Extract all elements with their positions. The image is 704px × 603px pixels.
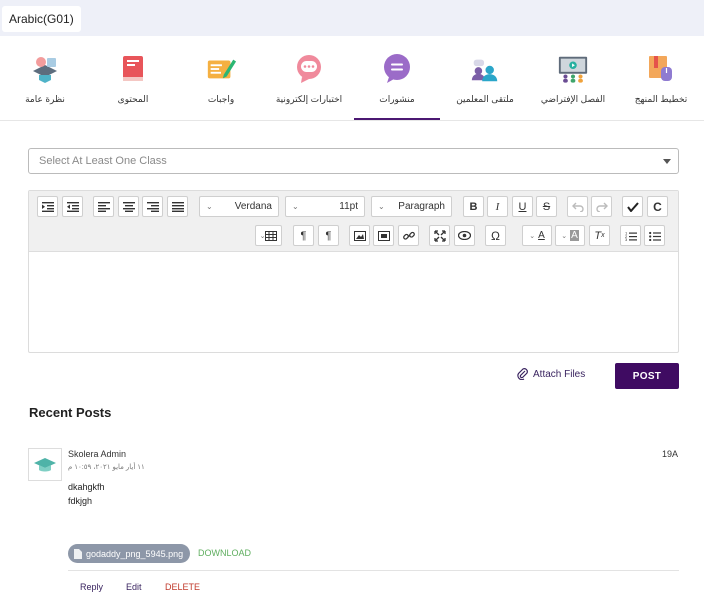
tab-content[interactable]: المحتوى	[90, 36, 176, 120]
reply-button[interactable]: Reply	[80, 582, 103, 592]
bullet-list-icon[interactable]	[644, 225, 665, 246]
italic-button[interactable]: I	[487, 196, 508, 217]
bold-button[interactable]: B	[463, 196, 484, 217]
content-book-icon	[117, 53, 149, 85]
ltr-paragraph-icon[interactable]: ¶	[293, 225, 314, 246]
post-button[interactable]: POST	[615, 363, 679, 389]
post-author: Skolera Admin	[68, 449, 127, 459]
paragraph-format-dropdown[interactable]: ⌄ Paragraph	[371, 196, 452, 217]
class-select[interactable]: Select At Least One Class	[28, 148, 679, 174]
tab-label: المحتوى	[117, 94, 149, 104]
paragraph-format-value: Paragraph	[398, 201, 445, 212]
svg-text:3: 3	[625, 237, 628, 241]
file-icon	[74, 548, 82, 559]
attach-files-label: Attach Files	[533, 368, 586, 380]
attachment-chip[interactable]: godaddy_png_5945.png	[68, 544, 191, 563]
top-bar: Arabic(G01)	[0, 0, 704, 36]
tab-label: واجبات	[207, 94, 235, 104]
divider	[68, 570, 679, 571]
font-size-dropdown[interactable]: ⌄ 11pt	[285, 196, 365, 217]
tab-label: الفصل الإفتراضي	[540, 94, 606, 104]
numbered-list-icon[interactable]: 123	[620, 225, 641, 246]
chevron-down-icon: ⌄	[378, 202, 385, 211]
fullscreen-icon[interactable]	[429, 225, 450, 246]
tab-assignments[interactable]: واجبات	[178, 36, 264, 120]
post-body-line: dkahgkfh	[68, 482, 105, 492]
virtual-class-icon	[557, 53, 589, 85]
chevron-down-icon: ⌄	[529, 232, 536, 240]
chevron-down-icon: ⌄	[206, 202, 213, 211]
font-size-value: 11pt	[339, 201, 358, 212]
strikethrough-button[interactable]: S	[536, 196, 557, 217]
attachment-filename: godaddy_png_5945.png	[86, 548, 184, 559]
align-center-icon[interactable]	[118, 196, 139, 217]
image-icon[interactable]	[349, 225, 370, 246]
indent-icon[interactable]	[37, 196, 58, 217]
tab-e-tests[interactable]: اختبارات إلكترونية	[266, 36, 352, 120]
chevron-down-icon: ⌄	[561, 232, 568, 240]
tab-label: نظرة عامة	[25, 94, 65, 104]
class-chip[interactable]: Arabic(G01)	[2, 6, 81, 32]
font-color-icon: A	[538, 230, 545, 241]
underline-button[interactable]: U	[512, 196, 533, 217]
rtl-paragraph-icon[interactable]: ¶	[318, 225, 339, 246]
font-color-button[interactable]: ⌄ A	[522, 225, 552, 246]
post-date: ١١ أيار مايو ٢٠٢١، ١٠:٥٩ م	[68, 464, 145, 471]
redo-icon[interactable]	[591, 196, 612, 217]
clear-formatting-icon[interactable]: Tx	[589, 225, 610, 246]
tab-label: اختبارات إلكترونية	[275, 94, 343, 104]
media-icon[interactable]	[373, 225, 394, 246]
edit-button[interactable]: Edit	[126, 582, 142, 592]
rich-text-editor: ⌄ Verdana ⌄ 11pt ⌄ Paragraph B I U S C ⌄	[28, 190, 679, 353]
post-time: 19A	[662, 449, 679, 459]
paperclip-icon	[517, 368, 528, 380]
editor-content-area[interactable]	[29, 252, 678, 352]
tab-posts[interactable]: منشورات	[354, 36, 440, 120]
overview-icon	[29, 53, 61, 85]
post-body-line: fdkjgh	[68, 496, 93, 506]
highlight-icon: A	[570, 230, 579, 241]
graduation-cap-icon	[34, 457, 56, 471]
class-select-placeholder: Select At Least One Class	[39, 155, 167, 167]
chevron-down-icon	[663, 159, 671, 164]
delete-button[interactable]: DELETE	[165, 582, 200, 592]
align-justify-icon[interactable]	[167, 196, 188, 217]
outdent-icon[interactable]	[62, 196, 83, 217]
preview-eye-icon[interactable]	[454, 225, 475, 246]
tab-label: ملتقى المعلمين	[456, 94, 514, 104]
tab-curriculum[interactable]: تخطيط المنهج	[618, 36, 704, 120]
module-tabs: تخطيط المنهج الفصل الإفتراضي ملتقى المعل…	[0, 36, 704, 121]
font-family-dropdown[interactable]: ⌄ Verdana	[199, 196, 279, 217]
tab-virtual-class[interactable]: الفصل الإفتراضي	[530, 36, 616, 120]
download-link[interactable]: DOWNLOAD	[198, 548, 251, 558]
align-left-icon[interactable]	[93, 196, 114, 217]
chevron-down-icon: ⌄	[292, 202, 299, 211]
assignments-icon	[205, 53, 237, 85]
insert-table-button[interactable]: ⌄	[255, 225, 282, 246]
e-tests-icon	[293, 53, 325, 85]
link-icon[interactable]	[398, 225, 419, 246]
attach-files-link[interactable]: Attach Files	[517, 368, 585, 380]
highlight-color-button[interactable]: ⌄ A	[555, 225, 585, 246]
teachers-forum-icon	[469, 53, 501, 85]
tab-overview[interactable]: نظرة عامة	[2, 36, 88, 120]
editor-toolbar: ⌄ Verdana ⌄ 11pt ⌄ Paragraph B I U S C ⌄	[29, 191, 678, 252]
spellcheck-icon[interactable]	[622, 196, 643, 217]
font-family-value: Verdana	[234, 201, 272, 212]
posts-icon	[381, 53, 413, 85]
tab-label: تخطيط المنهج	[634, 94, 688, 104]
curriculum-icon	[645, 53, 677, 85]
align-right-icon[interactable]	[142, 196, 163, 217]
tab-label: منشورات	[379, 94, 415, 104]
table-icon	[265, 230, 278, 241]
special-character-icon[interactable]: Ω	[485, 225, 506, 246]
recent-posts-heading: Recent Posts	[29, 405, 112, 420]
clear-content-button[interactable]: C	[647, 196, 668, 217]
avatar	[28, 448, 62, 481]
undo-icon[interactable]	[567, 196, 588, 217]
tab-teachers-forum[interactable]: ملتقى المعلمين	[442, 36, 528, 120]
